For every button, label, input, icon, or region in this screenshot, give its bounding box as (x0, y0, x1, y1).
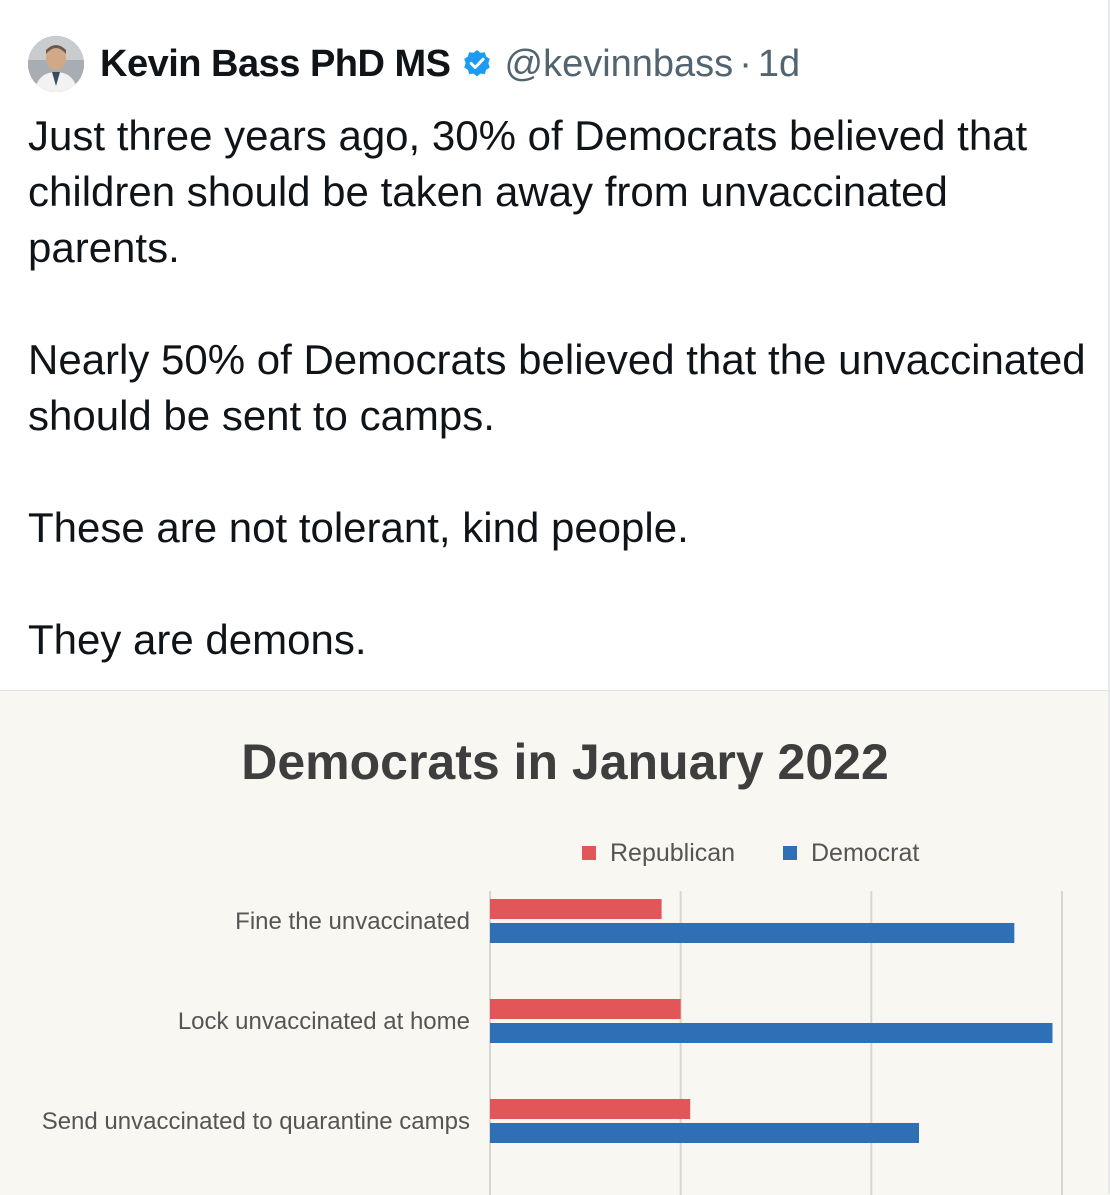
tweet-text: Just three years ago, 30% of Democrats b… (28, 108, 1088, 668)
category-label: Send unvaccinated to quarantine camps (42, 1108, 470, 1135)
chart-title: Democrats in January 2022 (241, 734, 889, 790)
avatar-image (28, 36, 84, 92)
tweet-header: Kevin Bass PhD MS @kevinnbass · 1d (28, 36, 800, 92)
bar-democrat (490, 923, 1015, 943)
legend-swatch-republican (582, 846, 596, 860)
tweet-paragraph: Just three years ago, 30% of Democrats b… (28, 112, 1028, 271)
bar-democrat (490, 1123, 919, 1143)
verified-badge-icon (463, 50, 490, 77)
bar-chart: Democrats in January 2022 Republican Democ… (42, 734, 1063, 1195)
bar-republican (490, 1099, 691, 1119)
legend-label-democrat: Democrat (811, 839, 919, 867)
legend-swatch-democrat (783, 846, 797, 860)
legend-label-republican: Republican (610, 839, 735, 867)
header-separator: · (739, 42, 752, 85)
tweet-media-image[interactable]: Democrats in January 2022 Republican Democ… (0, 690, 1110, 1195)
category-label: Fine the unvaccinated (235, 908, 470, 935)
display-name[interactable]: Kevin Bass PhD MS (100, 43, 451, 86)
user-handle[interactable]: @kevinnbass (505, 43, 734, 86)
bar-republican (490, 999, 681, 1019)
tweet-paragraph: These are not tolerant, kind people. (28, 504, 689, 551)
tweet-timestamp[interactable]: 1d (758, 43, 800, 86)
avatar[interactable] (28, 36, 84, 92)
bar-republican (490, 899, 662, 919)
bar-democrat (490, 1023, 1053, 1043)
tweet-paragraph: Nearly 50% of Democrats believed that th… (28, 336, 1086, 439)
tweet-card: Kevin Bass PhD MS @kevinnbass · 1d Just … (0, 0, 1110, 1195)
tweet-paragraph: They are demons. (28, 616, 367, 663)
category-label: Lock unvaccinated at home (178, 1008, 470, 1035)
